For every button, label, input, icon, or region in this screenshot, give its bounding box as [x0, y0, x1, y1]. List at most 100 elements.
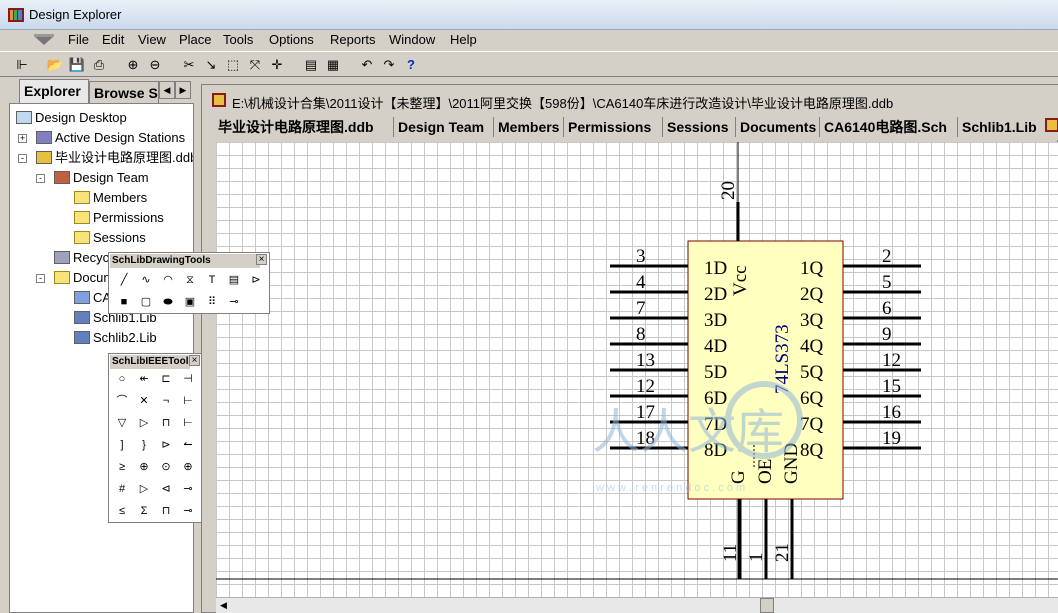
more-tabs-icon[interactable]: [1045, 117, 1058, 137]
tree-expander-1[interactable]: +: [18, 134, 27, 143]
component-icon[interactable]: ▤: [225, 271, 243, 289]
polygon-icon[interactable]: ⧖: [181, 271, 199, 289]
ieee-symbol-icon[interactable]: ▷: [135, 414, 153, 432]
close-icon[interactable]: ×: [189, 355, 200, 366]
ieee-symbol-icon[interactable]: ⊸: [179, 502, 197, 520]
tab-scroll-right-icon[interactable]: ▶: [175, 81, 191, 99]
undo-icon[interactable]: ↶: [358, 56, 376, 74]
tree-node[interactable]: Permissions: [74, 208, 164, 228]
array-icon[interactable]: ⠿: [203, 293, 221, 311]
pin-icon[interactable]: ⊳: [247, 271, 265, 289]
wire-icon[interactable]: ↘: [202, 56, 220, 74]
ieee-symbol-icon[interactable]: ⊳: [157, 436, 175, 454]
menu-place[interactable]: Place: [179, 32, 212, 47]
open-folder-icon[interactable]: 📂: [46, 56, 64, 74]
system-menu-arrow-icon[interactable]: [32, 34, 56, 46]
ieee-symbol-icon[interactable]: ≤: [113, 502, 131, 520]
hierarchy-icon[interactable]: ⊩: [13, 56, 31, 74]
save-icon[interactable]: 💾: [68, 56, 86, 74]
horizontal-scrollbar[interactable]: ◀: [216, 597, 1058, 613]
menu-window[interactable]: Window: [389, 32, 435, 47]
ieee-symbol-icon[interactable]: ○: [113, 370, 131, 388]
drawing-tools-title[interactable]: SchLibDrawingTools: [110, 254, 260, 268]
zoom-in-icon[interactable]: ⊕: [124, 56, 142, 74]
ieee-symbol-icon[interactable]: ≥: [113, 458, 131, 476]
ellipse-icon[interactable]: ⬬: [159, 293, 177, 311]
cut-icon[interactable]: ✂: [180, 56, 198, 74]
doc-tab[interactable]: CA6140电路图.Sch: [824, 117, 947, 137]
tree-node[interactable]: Design Team: [54, 168, 149, 188]
menu-tools[interactable]: Tools: [223, 32, 253, 47]
ieee-symbol-icon[interactable]: ⊕: [135, 458, 153, 476]
scroll-thumb[interactable]: [760, 598, 774, 613]
bezier-icon[interactable]: ∿: [137, 271, 155, 289]
tree-node[interactable]: Sessions: [74, 228, 146, 248]
doc-tab[interactable]: Documents: [740, 117, 816, 137]
schematic-canvas[interactable]: 3 1D 4 2D 7 3D 8 4D 13 5D 12 6D 17 7D 18 8D 2 1Q 5 2Q 6 3Q 9 4Q…: [216, 142, 1058, 597]
tree-node[interactable]: 毕业设计电路原理图.ddb: [36, 148, 193, 168]
move-icon[interactable]: ⤧: [246, 56, 264, 74]
ieee-symbol-icon[interactable]: ⊙: [157, 458, 175, 476]
zoom-out-icon[interactable]: ⊖: [146, 56, 164, 74]
ieee-symbol-icon[interactable]: ✕: [135, 392, 153, 410]
ieee-symbol-icon[interactable]: Σ: [135, 502, 153, 520]
tree-expander-8[interactable]: -: [36, 274, 45, 283]
ieee-symbol-icon[interactable]: }: [135, 436, 153, 454]
tree-node[interactable]: Design Desktop: [16, 108, 127, 128]
ieee-symbol-icon[interactable]: ⊏: [157, 370, 175, 388]
menu-help[interactable]: Help: [450, 32, 477, 47]
tab-explorer[interactable]: Explorer: [19, 79, 89, 103]
menu-options[interactable]: Options: [269, 32, 314, 47]
redo-icon[interactable]: ↷: [380, 56, 398, 74]
image-icon[interactable]: ▣: [181, 293, 199, 311]
chip-icon[interactable]: ▦: [324, 56, 342, 74]
ieee-symbol-icon[interactable]: ⊸: [179, 480, 197, 498]
doc-tab[interactable]: Design Team: [398, 117, 484, 137]
ieee-symbol-icon[interactable]: ⊢: [179, 414, 197, 432]
ieee-symbol-icon[interactable]: ▽: [113, 414, 131, 432]
doc-tab[interactable]: Sessions: [667, 117, 728, 137]
tree-node[interactable]: Active Design Stations: [36, 128, 185, 148]
ieee-symbol-icon[interactable]: ⊓: [157, 502, 175, 520]
doc-tab[interactable]: 毕业设计电路原理图.ddb: [218, 117, 374, 137]
tree-expander-2[interactable]: -: [18, 154, 27, 163]
ieee-tools-title[interactable]: SchLibIEEETools: [110, 355, 194, 369]
pin-bar-icon[interactable]: ⊸: [225, 293, 243, 311]
close-icon[interactable]: ×: [256, 254, 267, 265]
menu-reports[interactable]: Reports: [330, 32, 376, 47]
tree-node[interactable]: Schlib2.Lib: [74, 328, 157, 348]
tab-scroll-left-icon[interactable]: ◀: [159, 81, 175, 99]
ieee-symbol-icon[interactable]: ↞: [135, 370, 153, 388]
ieee-symbol-icon[interactable]: ¬: [157, 392, 175, 410]
menu-view[interactable]: View: [138, 32, 166, 47]
tree-expander-3[interactable]: -: [36, 174, 45, 183]
ieee-symbol-icon[interactable]: #: [113, 480, 131, 498]
doc-tab[interactable]: Permissions: [568, 117, 651, 137]
menu-file[interactable]: File: [68, 32, 89, 47]
ieee-symbol-icon[interactable]: ⌒: [113, 392, 131, 410]
component-icon[interactable]: ▤: [302, 56, 320, 74]
text-icon[interactable]: T: [203, 271, 221, 289]
arc-icon[interactable]: ◠: [159, 271, 177, 289]
ieee-symbol-icon[interactable]: ]: [113, 436, 131, 454]
rectangle-icon[interactable]: ■: [115, 293, 133, 311]
tab-browse[interactable]: Browse S: [89, 81, 159, 103]
scroll-left-icon[interactable]: ◀: [220, 600, 227, 611]
line-icon[interactable]: ╱: [115, 271, 133, 289]
cross-icon[interactable]: ✛: [268, 56, 286, 74]
doc-tab[interactable]: Schlib1.Lib: [962, 117, 1037, 137]
rounded-rectangle-icon[interactable]: ▢: [137, 293, 155, 311]
ieee-symbol-icon[interactable]: ⊢: [179, 392, 197, 410]
ieee-symbol-icon[interactable]: ⊓: [157, 414, 175, 432]
tree-node[interactable]: Members: [74, 188, 147, 208]
menu-edit[interactable]: Edit: [102, 32, 124, 47]
ieee-symbol-icon[interactable]: ▷: [135, 480, 153, 498]
ieee-symbol-icon[interactable]: ⊕: [179, 458, 197, 476]
print-icon[interactable]: ⎙: [90, 56, 108, 74]
ieee-symbol-icon[interactable]: ↼: [179, 436, 197, 454]
help-icon[interactable]: ?: [402, 56, 420, 74]
select-icon[interactable]: ⬚: [224, 56, 242, 74]
ieee-symbol-icon[interactable]: ⊣: [179, 370, 197, 388]
doc-tab[interactable]: Members: [498, 117, 559, 137]
ieee-symbol-icon[interactable]: ⊲: [157, 480, 175, 498]
